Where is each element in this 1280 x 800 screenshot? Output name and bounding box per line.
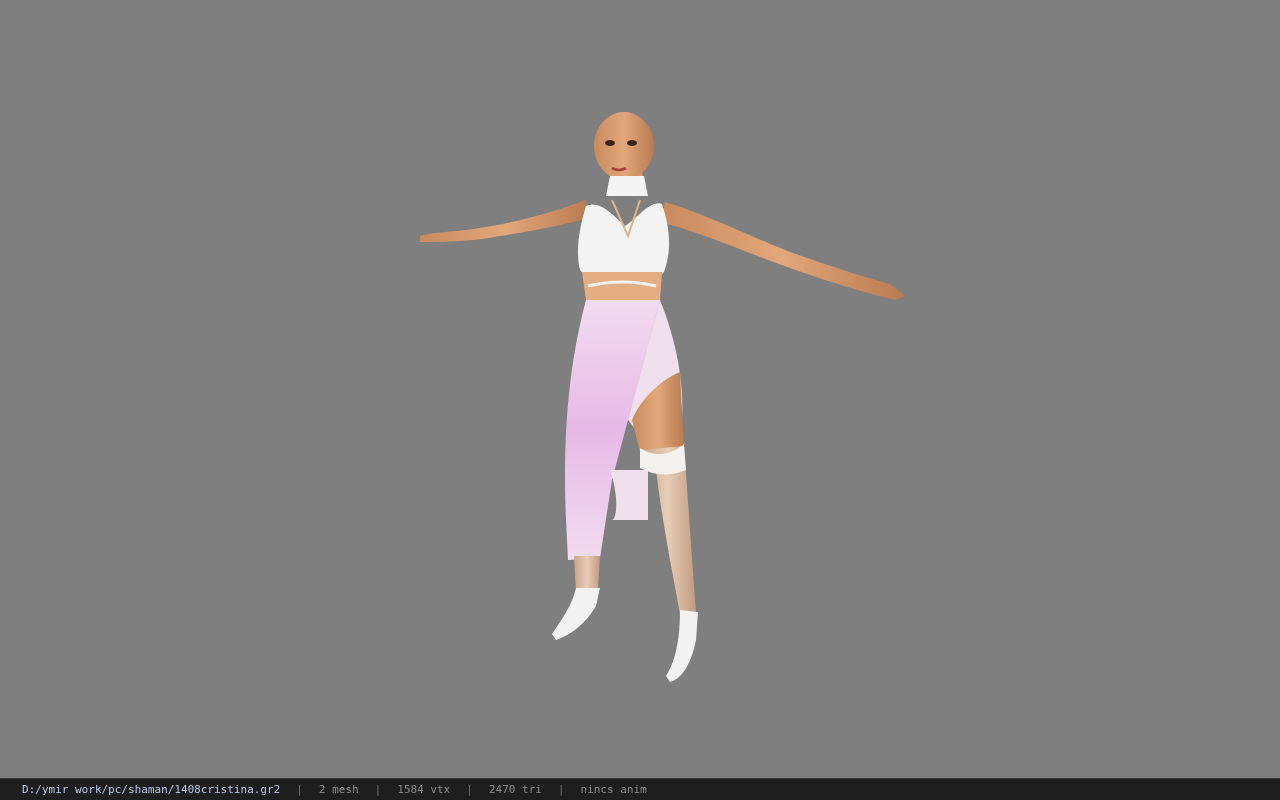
animation-status: nincs anim xyxy=(580,783,647,796)
vertex-count: 1584 vtx xyxy=(397,783,451,796)
left-lower-leg xyxy=(574,556,600,592)
right-arm xyxy=(660,202,905,300)
top xyxy=(577,203,670,284)
collar xyxy=(606,176,648,196)
character-model[interactable] xyxy=(0,0,1280,778)
left-arm xyxy=(420,200,590,242)
separator: | xyxy=(466,783,473,796)
separator: | xyxy=(296,783,303,796)
mesh-count: 2 mesh xyxy=(318,783,359,796)
3d-viewport[interactable] xyxy=(0,0,1280,778)
status-bar: D:/ymir work/pc/shaman/1408cristina.gr2 … xyxy=(0,778,1280,800)
triangle-count: 2470 tri xyxy=(488,783,542,796)
separator: | xyxy=(374,783,382,796)
right-shoe xyxy=(666,610,698,682)
separator: | xyxy=(557,783,565,796)
file-path: D:/ymir work/pc/shaman/1408cristina.gr2 xyxy=(22,783,281,796)
left-shoe xyxy=(552,588,600,640)
